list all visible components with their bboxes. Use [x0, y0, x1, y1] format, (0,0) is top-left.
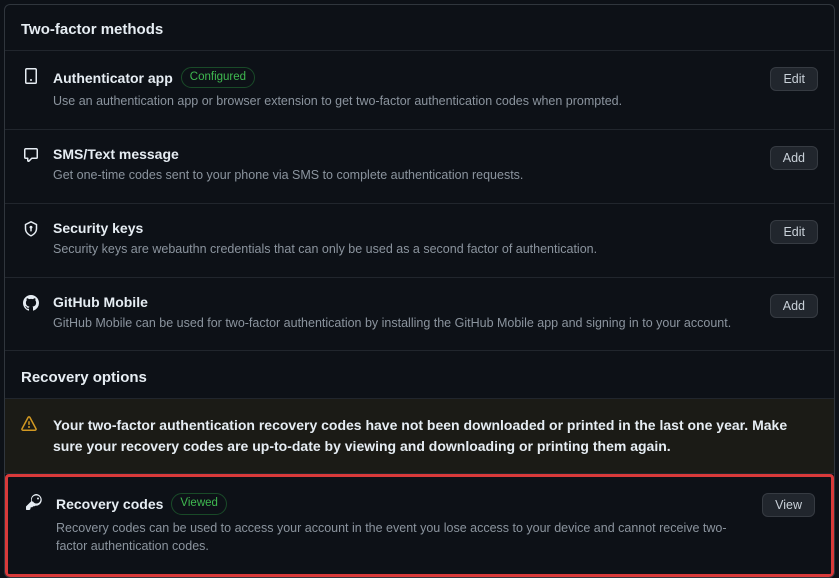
method-desc: Security keys are webauthn credentials t… [53, 240, 758, 259]
viewed-badge: Viewed [171, 493, 227, 514]
recovery-codes-desc: Recovery codes can be used to access you… [56, 519, 750, 557]
device-mobile-icon [21, 67, 41, 91]
method-authenticator: Authenticator app Configured Use an auth… [5, 51, 834, 130]
method-security-keys: Security keys Security keys are webauthn… [5, 204, 834, 278]
method-desc: Use an authentication app or browser ext… [53, 92, 758, 111]
two-factor-panel: Two-factor methods Authenticator app Con… [4, 4, 835, 578]
key-icon [24, 493, 44, 517]
recovery-options-header: Recovery options [5, 351, 834, 399]
method-title: Authenticator app [53, 70, 173, 86]
method-title: Security keys [53, 220, 143, 236]
two-factor-methods-header: Two-factor methods [5, 5, 834, 51]
alert-icon [21, 415, 41, 432]
configured-badge: Configured [181, 67, 255, 88]
method-desc: Get one-time codes sent to your phone vi… [53, 166, 758, 185]
recovery-warning: Your two-factor authentication recovery … [5, 399, 834, 474]
edit-button[interactable]: Edit [770, 67, 818, 91]
mark-github-icon [21, 294, 41, 318]
shield-lock-icon [21, 220, 41, 244]
method-github-mobile: GitHub Mobile GitHub Mobile can be used … [5, 278, 834, 352]
edit-button[interactable]: Edit [770, 220, 818, 244]
method-desc: GitHub Mobile can be used for two-factor… [53, 314, 758, 333]
warning-text: Your two-factor authentication recovery … [53, 415, 818, 457]
recovery-codes-title: Recovery codes [56, 496, 163, 512]
method-title: SMS/Text message [53, 146, 179, 162]
add-button[interactable]: Add [770, 294, 818, 318]
method-sms: SMS/Text message Get one-time codes sent… [5, 130, 834, 204]
recovery-codes-row: Recovery codes Viewed Recovery codes can… [8, 477, 831, 574]
recovery-codes-highlight: Recovery codes Viewed Recovery codes can… [5, 474, 834, 577]
add-button[interactable]: Add [770, 146, 818, 170]
method-title: GitHub Mobile [53, 294, 148, 310]
view-button[interactable]: View [762, 493, 815, 517]
comment-icon [21, 146, 41, 170]
